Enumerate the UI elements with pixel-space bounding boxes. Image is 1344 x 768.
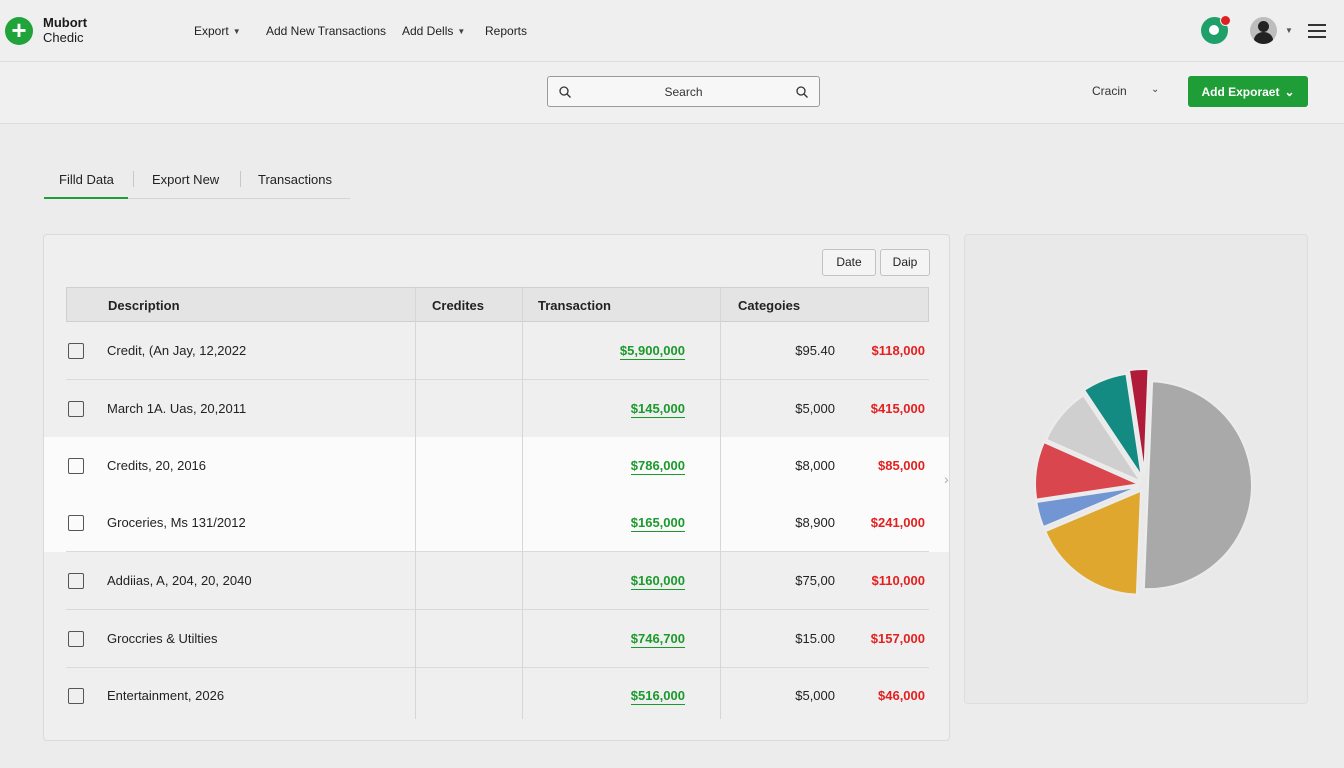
daip-filter-button[interactable]: Daip [880,249,930,276]
row-checkbox[interactable] [68,631,84,647]
row-transaction-amount[interactable]: $516,000 [630,688,685,705]
add-export-label: Add Exporaet [1201,84,1280,99]
search-submit-icon[interactable] [796,86,808,98]
row-category-value: $8,900 [795,515,835,530]
table-row[interactable]: Entertainment, 2026 $516,000 $5,000 $46,000 [44,667,949,725]
toolbar: Search Cracin ⌄ Add Exporaet ⌄ [0,62,1344,124]
nav-reports[interactable]: Reports [485,24,527,38]
tab-transactions[interactable]: Transactions [258,172,332,187]
row-transaction-amount[interactable]: $746,700 [630,631,685,648]
row-debit-amount: $118,000 [871,343,925,358]
row-category-value: $15.00 [795,631,835,646]
row-description: Credits, 20, 2016 [107,458,207,473]
row-category-value: $5,000 [795,688,835,703]
table-row[interactable]: Groccries & Utilties $746,700 $15.00 $157,0… [44,610,949,668]
column-divider [720,287,721,719]
row-description: Groceries, Ms 131/2012 [107,515,246,530]
avatar-head [1258,21,1269,32]
table-row[interactable]: Groceries, Ms 131/2012 $165,000 $8,900 $241… [44,494,949,552]
avatar[interactable] [1250,17,1277,44]
header-transaction[interactable]: Transaction [538,298,611,313]
nav-reports-label: Reports [485,24,528,38]
pie-slice[interactable] [1142,380,1253,591]
table-row[interactable]: Credits, 20, 2016 $786,000 $8,000 $85,000 [44,437,949,495]
header-credites[interactable]: Credites [432,298,484,313]
brand-line-2: Chedic [43,30,84,45]
chevron-down-icon[interactable]: ▼ [1285,26,1293,35]
row-debit-amount: $415,000 [870,401,925,416]
table-header: Description Credites Transaction Categoi… [66,287,929,322]
row-checkbox[interactable] [68,573,84,589]
row-checkbox[interactable] [68,401,84,417]
tab-divider [240,171,241,187]
row-transaction-amount[interactable]: $145,000 [630,401,685,418]
column-divider [415,287,416,719]
chevron-down-icon: ⌄ [1284,84,1295,99]
row-checkbox[interactable] [68,458,84,474]
row-checkbox[interactable] [68,688,84,704]
search-placeholder: Search [664,85,703,99]
brand-name[interactable]: Mubort Chedic [43,15,87,45]
transactions-table-panel: Date Daip Description Credites Transacti… [43,234,950,741]
search-input[interactable]: Search [547,76,820,107]
row-category-value: $5,000 [795,401,835,416]
notification-badge [1220,15,1231,26]
nav-export-label: Export [194,24,229,38]
tab-export-new[interactable]: Export New [152,172,219,187]
table-row[interactable]: Addiias, A, 204, 20, 2040 $160,000 $75,00 $… [44,552,949,610]
nav-add-dells[interactable]: Add Dells ▼ [402,24,465,38]
table-row[interactable]: March 1A. Uas, 20,2011 $145,000 $5,000 $415… [44,380,949,438]
avatar-body [1254,32,1273,44]
row-transaction-amount[interactable]: $160,000 [630,573,685,590]
row-checkbox[interactable] [68,343,84,359]
notification-glyph [1209,25,1219,35]
row-description: Entertainment, 2026 [107,688,225,703]
date-filter-button[interactable]: Date [822,249,876,276]
row-checkbox[interactable] [68,515,84,531]
row-transaction-amount[interactable]: $786,000 [630,458,685,475]
row-category-value: $95.40 [795,343,835,358]
row-description: Groccries & Utilties [107,631,218,646]
nav-export[interactable]: Export ▼ [194,24,241,38]
plus-logo-icon[interactable]: + [5,17,33,45]
column-divider [522,287,523,719]
account-dropdown[interactable]: Cracin [1092,84,1127,98]
chart-panel [964,234,1308,704]
add-export-button[interactable]: Add Exporaet ⌄ [1188,76,1308,107]
table-row[interactable]: Credit, (An Jay, 12,2022 $5,900,000 $95.40… [44,322,949,380]
tab-bar: Filld Data Export New Transactions [44,160,350,199]
tab-filld-data[interactable]: Filld Data [59,172,114,187]
row-category-value: $8,000 [795,458,835,473]
row-debit-amount: $110,000 [871,573,925,588]
row-debit-amount: $241,000 [870,515,925,530]
row-transaction-amount[interactable]: $5,900,000 [619,343,685,360]
row-description: March 1A. Uas, 20,2011 [107,401,247,416]
tab-divider [133,171,134,187]
caret-down-icon: ▼ [232,26,241,36]
active-tab-indicator [44,197,128,199]
nav-add-dells-label: Add Dells [402,24,454,38]
row-debit-amount: $85,000 [878,458,925,473]
brand-line-1: Mubort [43,15,88,30]
row-category-value: $75,00 [795,573,835,588]
nav-add-new-transactions[interactable]: Add New Transactions [266,24,386,38]
chevron-right-icon[interactable]: › [944,471,949,487]
header-description[interactable]: Description [108,298,180,313]
pie-chart [1034,368,1253,596]
row-debit-amount: $157,000 [870,631,925,646]
chevron-down-icon[interactable]: ⌄ [1151,84,1159,95]
row-transaction-amount[interactable]: $165,000 [630,515,685,532]
row-description: Credit, (An Jay, 12,2022 [107,343,247,358]
nav-add-new-transactions-label: Add New Transactions [266,24,387,38]
row-description: Addiias, A, 204, 20, 2040 [107,573,252,588]
header-categoies[interactable]: Categoies [738,298,800,313]
notification-icon[interactable] [1201,15,1231,44]
caret-down-icon: ▼ [457,26,466,36]
row-debit-amount: $46,000 [878,688,925,703]
hamburger-menu-icon[interactable] [1308,24,1326,38]
top-navigation-bar: + Mubort Chedic Export ▼ Add New Transac… [0,0,1344,62]
